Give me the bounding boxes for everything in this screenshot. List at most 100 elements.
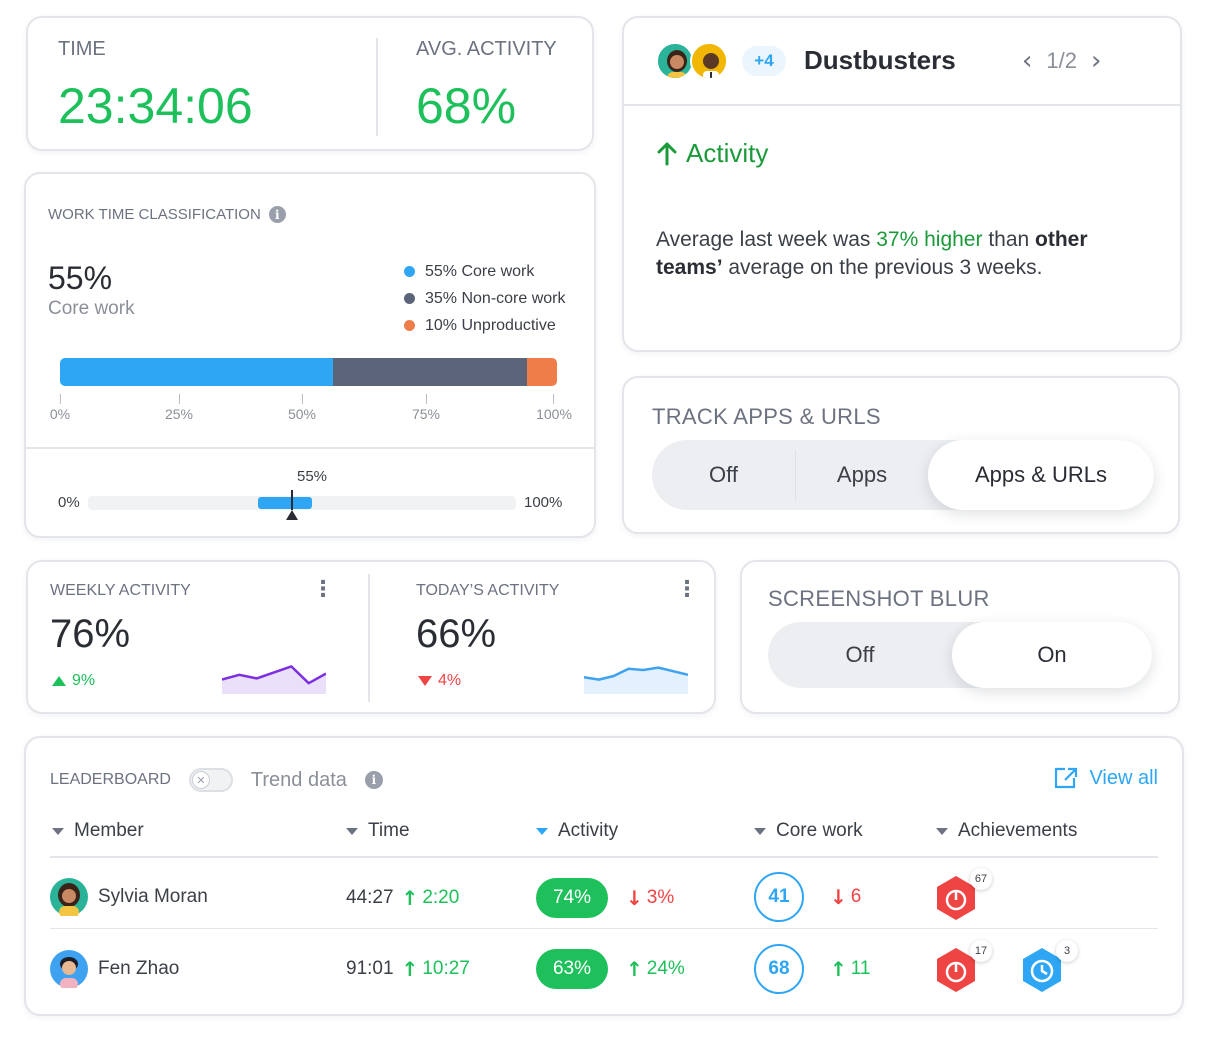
chevron-right-icon[interactable]: ›	[1091, 48, 1101, 74]
arrow-up-icon: ↑	[401, 957, 419, 981]
legend-item: 55% Core work	[404, 258, 566, 285]
core-work-label: Core work	[48, 298, 135, 319]
column-header-member[interactable]: Member	[52, 820, 144, 842]
column-header-activity[interactable]: Activity	[536, 820, 618, 842]
screenshot-blur-segmented-control: Off On	[768, 622, 1152, 688]
column-header-achievements[interactable]: Achievements	[936, 820, 1077, 842]
sort-caret-icon	[346, 827, 358, 835]
option-off[interactable]: Off	[768, 622, 952, 688]
trend-data-toggle[interactable]: ✕	[188, 768, 233, 792]
axis-tick-label: 25%	[165, 394, 193, 422]
member-name: Fen Zhao	[98, 958, 180, 979]
metric-name: Activity	[686, 138, 769, 168]
activity-delta: 24%	[646, 958, 685, 979]
weekly-activity-label: WEEKLY ACTIVITY	[50, 582, 191, 599]
column-header-time[interactable]: Time	[346, 820, 410, 842]
option-apps-and-urls[interactable]: Apps & URLs	[928, 440, 1154, 510]
arrow-up-icon: ↑	[401, 886, 419, 910]
legend-label: 10% Unproductive	[425, 316, 556, 334]
avatar[interactable]	[656, 42, 694, 80]
activity-cell: 74% ↓ 3%	[536, 878, 674, 918]
weekly-sparkline	[222, 665, 326, 694]
stacked-bar	[60, 358, 557, 386]
core-work-cell: 41 ↓ 6	[754, 872, 861, 922]
core-work-delta: 6	[850, 886, 862, 907]
view-all-link[interactable]: View all	[1053, 766, 1158, 790]
more-options-icon[interactable]: ⋮	[676, 578, 698, 600]
marker-triangle-icon	[286, 510, 298, 520]
time-cell: 44:27 ↑ 2:20	[346, 886, 459, 910]
activity-cell: 63% ↑ 24%	[536, 949, 685, 989]
column-header-core-work[interactable]: Core work	[754, 820, 863, 842]
today-delta: 4%	[418, 672, 461, 690]
bar-segment	[60, 358, 334, 386]
sparkline-area	[222, 666, 326, 694]
avatar	[50, 950, 88, 988]
column-header-label: Time	[368, 820, 410, 841]
avatar[interactable]	[690, 42, 728, 80]
pager-label: 1/2	[1046, 48, 1077, 73]
arrow-up-icon	[657, 142, 677, 165]
message-highlight: 37% higher	[876, 228, 983, 251]
achievement-badge[interactable]: 3	[1018, 940, 1078, 1000]
sort-caret-icon	[536, 827, 548, 835]
more-options-icon[interactable]: ⋮	[312, 578, 334, 600]
core-work-ring: 41	[754, 872, 804, 922]
axis-tick-label: 100%	[536, 394, 572, 422]
badge-count: 17	[970, 940, 992, 962]
option-off[interactable]: Off	[652, 450, 796, 500]
today-sparkline	[584, 666, 688, 694]
weekly-delta: 9%	[52, 672, 95, 690]
screenshot-blur-card: SCREENSHOT BLUR Off On	[740, 560, 1180, 714]
option-apps[interactable]: Apps	[796, 440, 928, 510]
legend-item: 35% Non-core work	[404, 285, 566, 312]
time-column: TIME 23:34:06	[58, 38, 253, 135]
core-work-percent: 55%	[48, 260, 113, 296]
triangle-down-icon	[418, 676, 432, 686]
chevron-left-icon[interactable]: ‹	[1022, 48, 1032, 74]
activity-delta: 3%	[646, 887, 675, 908]
sort-caret-icon	[936, 827, 948, 835]
today-activity-value: 66%	[416, 612, 497, 656]
avg-activity-value: 68%	[416, 78, 517, 134]
team-name: Dustbusters	[804, 45, 956, 75]
track-apps-card: TRACK APPS & URLS Off Apps Apps & URLs	[622, 376, 1180, 534]
achievement-badge[interactable]: 67	[932, 868, 992, 928]
team-insight-card: +4 Dustbusters ‹ 1/2 › Activity Average …	[622, 16, 1182, 352]
option-on[interactable]: On	[952, 622, 1152, 688]
screenshot-blur-label: SCREENSHOT BLUR	[768, 586, 990, 611]
axis-ticks: 0% 25% 50% 75% 100%	[48, 394, 578, 424]
mini-min-label: 0%	[58, 494, 80, 511]
team-header: +4 Dustbusters ‹ 1/2 ›	[624, 18, 1180, 106]
activity-stats-card: WEEKLY ACTIVITY ⋮ 76% 9% TODAY’S ACTIVIT…	[26, 560, 716, 714]
time-value: 91:01	[346, 958, 394, 979]
activity-pill: 74%	[536, 878, 608, 918]
legend-dot-icon	[404, 320, 415, 331]
sort-caret-icon	[52, 827, 64, 835]
core-work-cell: 68 ↑ 11	[754, 944, 871, 994]
arrow-up-icon: ↑	[626, 957, 643, 981]
weekly-activity-value: 76%	[50, 612, 131, 656]
avg-activity-column: AVG. ACTIVITY 68%	[416, 38, 557, 135]
achievement-badge[interactable]: 17	[932, 940, 992, 1000]
legend: 55% Core work 35% Non-core work 10% Unprod…	[404, 258, 566, 339]
info-icon[interactable]: i	[364, 771, 383, 789]
today-delta-value: 4%	[438, 672, 462, 689]
track-apps-segmented-control: Off Apps Apps & URLs	[652, 440, 1154, 510]
message-text: Average last week was	[656, 228, 877, 251]
info-icon[interactable]: i	[268, 206, 286, 223]
more-members-badge[interactable]: +4	[742, 46, 786, 76]
work-time-classification-card: WORK TIME CLASSIFICATION i 55% Core work…	[24, 172, 596, 538]
mini-range-track	[88, 490, 516, 520]
member-name: Sylvia Moran	[98, 886, 208, 907]
member-cell: Sylvia Moran	[50, 878, 208, 916]
close-icon: ✕	[191, 771, 210, 789]
message-text: than	[982, 228, 1036, 251]
legend-dot-icon	[404, 293, 415, 304]
message-text: average on the previous 3 weeks.	[722, 256, 1043, 279]
mini-max-label: 100%	[524, 494, 563, 511]
column-header-label: Achievements	[958, 820, 1078, 841]
legend-dot-icon	[404, 266, 415, 277]
axis-tick-label: 75%	[412, 394, 440, 422]
avatar	[50, 878, 88, 916]
